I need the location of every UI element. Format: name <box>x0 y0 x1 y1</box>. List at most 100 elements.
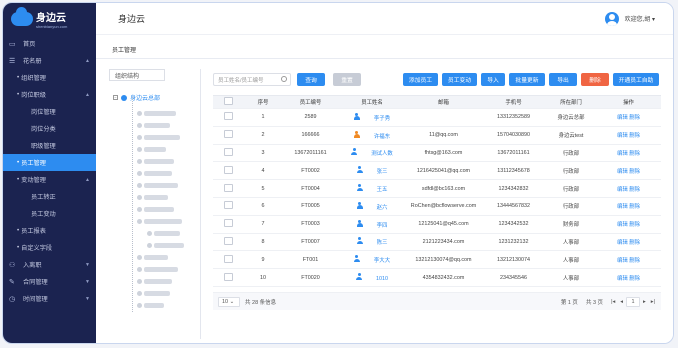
table-row[interactable]: 5 FT0004 王五 sdfdl@bc163.com 1234342832 行政部 编辑 … <box>213 180 661 198</box>
sidebar-item-12[interactable]: • 自定义字段 <box>3 239 96 256</box>
sidebar-item-5[interactable]: 岗位分类 <box>3 120 96 137</box>
employee-name-link[interactable]: 赵六 <box>377 205 388 211</box>
delete-link[interactable]: 删除 <box>629 169 640 175</box>
search-icon[interactable] <box>281 76 287 82</box>
delete-link[interactable]: 删除 <box>629 115 640 121</box>
tree-node[interactable] <box>137 289 170 297</box>
delete-link[interactable]: 删除 <box>629 133 640 139</box>
sidebar-item-10[interactable]: 员工变动 <box>3 205 96 222</box>
table-row[interactable]: 1 2589 李子秀 13312352589 身边云总部 编辑 删除 <box>213 109 661 127</box>
next-page-icon[interactable]: ▸ <box>643 299 646 305</box>
delete-link[interactable]: 删除 <box>629 204 640 210</box>
sidebar-item-11[interactable]: • 员工报表 <box>3 222 96 239</box>
sidebar-item-4[interactable]: 岗位管理 <box>3 103 96 120</box>
sidebar-item-2[interactable]: • 组织管理 <box>3 69 96 86</box>
import-button[interactable]: 导入 <box>481 73 505 86</box>
tree-node[interactable] <box>137 205 174 213</box>
tree-node[interactable] <box>137 109 176 117</box>
batch-update-button[interactable]: 批量更新 <box>509 73 545 86</box>
tree-node[interactable] <box>137 217 182 225</box>
employee-name-link[interactable]: 张三 <box>377 169 388 175</box>
edit-link[interactable]: 编辑 <box>617 258 628 264</box>
sidebar-item-7[interactable]: • 员工管理 <box>3 154 96 171</box>
row-checkbox[interactable] <box>223 272 233 281</box>
row-checkbox[interactable] <box>223 147 233 156</box>
delete-link[interactable]: 删除 <box>629 222 640 228</box>
edit-link[interactable]: 编辑 <box>617 187 628 193</box>
last-page-icon[interactable]: ▸| <box>651 299 655 305</box>
tree-node[interactable] <box>137 265 178 273</box>
page-number-input[interactable]: 1 <box>626 296 641 307</box>
edit-link[interactable]: 编辑 <box>617 276 628 282</box>
reset-button[interactable]: 重置 <box>333 73 361 86</box>
tree-node[interactable] <box>147 241 184 249</box>
tree-node[interactable] <box>137 301 164 309</box>
sidebar-item-3[interactable]: • 岗位职级 ▲ <box>3 86 96 103</box>
tree-node[interactable] <box>147 229 180 237</box>
tree-node[interactable] <box>137 193 168 201</box>
row-checkbox[interactable] <box>223 183 233 192</box>
tree-root[interactable]: − 身边云总部 <box>113 93 160 102</box>
sidebar-item-9[interactable]: 员工转正 <box>3 188 96 205</box>
delete-link[interactable]: 删除 <box>629 151 640 157</box>
delete-button[interactable]: 删除 <box>581 73 609 86</box>
table-row[interactable]: 3 13672011161 测试人数 fhtsg@163.com 13672011161… <box>213 145 661 163</box>
add-employee-button[interactable]: 添加员工 <box>403 73 438 86</box>
edit-link[interactable]: 编辑 <box>617 204 628 210</box>
row-checkbox[interactable] <box>223 112 233 121</box>
edit-link[interactable]: 编辑 <box>617 115 628 121</box>
employee-name-link[interactable]: 测试人数 <box>371 151 393 157</box>
sidebar-item-13[interactable]: ⚇ 入离职 ▼ <box>3 256 96 273</box>
sidebar-item-0[interactable]: ▭ 首页 <box>3 35 96 52</box>
tree-node[interactable] <box>137 121 170 129</box>
sidebar-item-8[interactable]: • 变动管理 ▲ <box>3 171 96 188</box>
delete-link[interactable]: 删除 <box>629 276 640 282</box>
delete-link[interactable]: 删除 <box>629 240 640 246</box>
row-checkbox[interactable] <box>223 201 233 210</box>
first-page-icon[interactable]: |◂ <box>611 299 615 305</box>
sidebar-item-6[interactable]: 职级管理 <box>3 137 96 154</box>
row-checkbox[interactable] <box>223 130 233 139</box>
tree-node[interactable] <box>137 253 168 261</box>
tree-node[interactable] <box>137 133 180 141</box>
collapse-icon[interactable]: − <box>113 95 118 100</box>
sidebar-item-14[interactable]: ✎ 合同管理 ▼ <box>3 273 96 290</box>
row-checkbox[interactable] <box>223 219 233 228</box>
employee-name-link[interactable]: 1010 <box>376 276 388 282</box>
delete-link[interactable]: 删除 <box>629 187 640 193</box>
table-row[interactable]: 9 FT001 李大大 13212130074@qq.com 13212130074 人事… <box>213 251 661 270</box>
employee-name-link[interactable]: 李四 <box>377 223 388 229</box>
sidebar-item-15[interactable]: ◷ 时间管理 ▼ <box>3 290 96 307</box>
table-row[interactable]: 4 FT0002 张三 1216425041@qq.com 13112345678 行政部… <box>213 162 661 181</box>
prev-page-icon[interactable]: ◂ <box>620 299 623 305</box>
query-button[interactable]: 查询 <box>297 73 325 86</box>
employee-change-button[interactable]: 员工变动 <box>442 73 477 86</box>
row-checkbox[interactable] <box>223 165 233 174</box>
edit-link[interactable]: 编辑 <box>617 240 628 246</box>
table-row[interactable]: 8 FT0007 陈三 2121223434.com 1231232132 人事部 编辑 删… <box>213 234 661 252</box>
tree-root-label[interactable]: 身边云总部 <box>130 93 160 102</box>
user-menu[interactable]: 欢迎您,胡 ▾ <box>604 11 655 26</box>
table-row[interactable]: 6 FT0005 赵六 RoChen@bcflowserve.com 134445678… <box>213 198 661 216</box>
edit-link[interactable]: 编辑 <box>617 151 628 157</box>
tree-node[interactable] <box>137 157 174 165</box>
employee-name-link[interactable]: 陈三 <box>377 240 388 246</box>
employee-name-link[interactable]: 王五 <box>377 187 388 193</box>
tree-node[interactable] <box>137 181 178 189</box>
employee-name-link[interactable]: 李子秀 <box>374 116 390 122</box>
avatar[interactable] <box>604 11 619 26</box>
user-greeting[interactable]: 欢迎您,胡 ▾ <box>625 14 655 23</box>
sidebar-item-1[interactable]: ☰ 花名册 ▲ <box>3 52 96 69</box>
edit-link[interactable]: 编辑 <box>617 169 628 175</box>
page-size-select[interactable]: 10 ⌄ <box>218 296 240 307</box>
row-checkbox[interactable] <box>223 254 233 263</box>
tree-node[interactable] <box>137 169 172 177</box>
tree-node[interactable] <box>137 145 166 153</box>
row-checkbox[interactable] <box>223 236 233 245</box>
edit-link[interactable]: 编辑 <box>617 222 628 228</box>
self-service-button[interactable]: 开通员工自助 <box>613 73 659 86</box>
export-button[interactable]: 导出 <box>549 73 577 86</box>
employee-name-link[interactable]: 许福东 <box>374 134 390 140</box>
search-input[interactable]: 员工姓名/员工编号 <box>213 73 291 86</box>
table-row[interactable]: 7 FT0003 李四 12125041@q45.com 1234342532 财务部 编辑… <box>213 216 661 234</box>
